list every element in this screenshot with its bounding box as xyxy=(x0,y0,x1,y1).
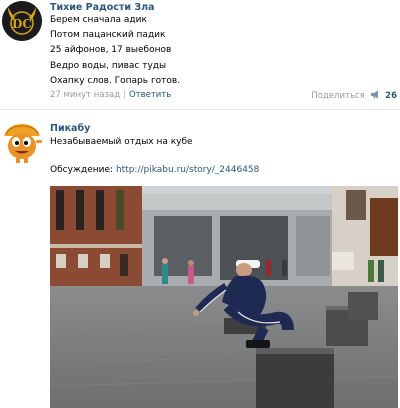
discussion-label: Обсуждение: xyxy=(50,165,116,175)
group-avatar[interactable] xyxy=(0,120,44,164)
post-text: Незабываемый отдых на кубе xyxy=(50,135,193,150)
reply-link[interactable]: Ответить xyxy=(129,90,171,100)
post-meta: 27 минут назад | Ответить xyxy=(50,90,171,100)
post-author[interactable]: Тихие Радости Зла xyxy=(50,2,154,13)
street-scene-image xyxy=(50,186,398,408)
group-avatar[interactable]: DC xyxy=(2,1,42,41)
svg-text:DC: DC xyxy=(12,17,32,31)
post-text: Берем сначала адик Потом пацанский падик… xyxy=(50,13,180,89)
discussion-link[interactable]: http://pikabu.ru/story/_2446458 xyxy=(116,165,259,175)
post-line: Ведро воды, пивас туды xyxy=(50,60,167,71)
post-line: Охапку слов. Гопарь готов. xyxy=(50,75,181,86)
meta-separator: | xyxy=(123,90,126,100)
post-line: Берем сначала адик xyxy=(50,15,147,25)
horned-logo-icon: DC xyxy=(2,1,42,41)
post-author[interactable]: Пикабу xyxy=(50,123,90,134)
share-button[interactable]: Поделиться 26 xyxy=(311,90,397,101)
post-1: DC Тихие Радости Зла Берем сначала адик … xyxy=(0,0,400,110)
post-time[interactable]: 27 минут назад xyxy=(50,90,120,100)
share-label: Поделиться xyxy=(311,91,365,101)
post-line: 25 айфонов, 17 выебонов xyxy=(50,45,172,56)
share-count: 26 xyxy=(385,91,397,101)
post-line: Потом пацанский падик xyxy=(50,30,166,41)
pikabu-mascot-icon xyxy=(4,124,42,163)
megaphone-icon xyxy=(371,90,379,99)
discussion-line: Обсуждение: http://pikabu.ru/story/_2446… xyxy=(50,163,259,178)
post-line: Незабываемый отдых на кубе xyxy=(50,137,193,147)
post-photo[interactable] xyxy=(50,186,398,408)
